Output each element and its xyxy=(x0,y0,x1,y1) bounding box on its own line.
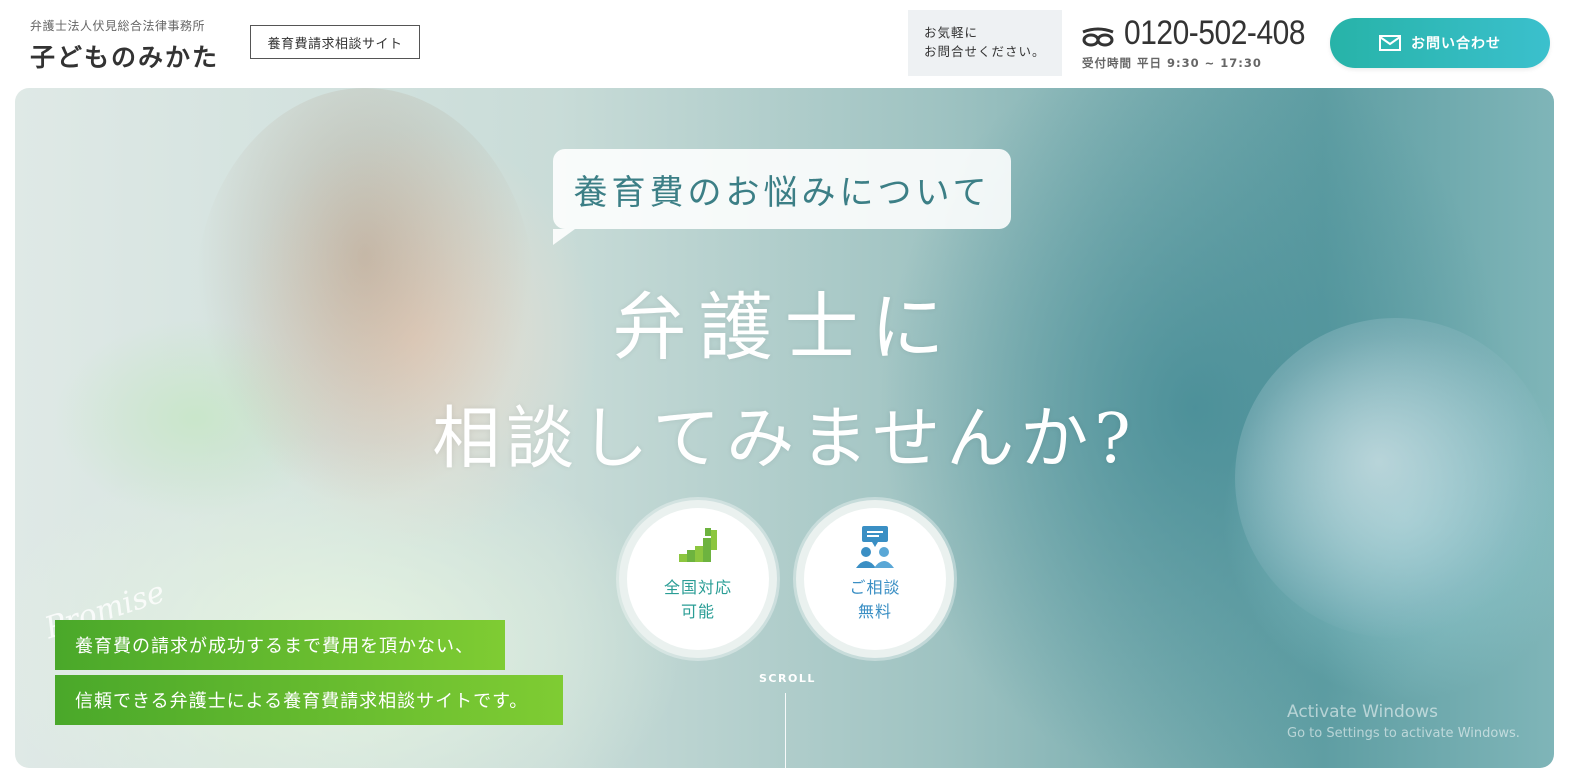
feature-nationwide: 全国対応 可能 xyxy=(619,500,777,658)
feature-label-line2: 可能 xyxy=(680,602,715,621)
activate-windows-watermark: Activate Windows Go to Settings to activ… xyxy=(1287,702,1520,741)
headline-line1: 弁護士に xyxy=(612,285,957,371)
speech-bubble: 養育費のお悩みについて xyxy=(553,149,1011,245)
feature-label-line1: 全国対応 xyxy=(663,578,732,597)
headline-line2: 相談してみませんか? xyxy=(432,400,1137,479)
site-tag: 養育費請求相談サイト xyxy=(250,25,420,59)
promise-line2: 信頼できる弁護士による養育費請求相談サイトです。 xyxy=(55,675,563,725)
feature-label: ご相談 無料 xyxy=(849,576,900,624)
contact-button[interactable]: お問い合わせ xyxy=(1330,18,1550,68)
feature-label: 全国対応 可能 xyxy=(664,576,732,624)
promise-line1: 養育費の請求が成功するまで費用を頂かない、 xyxy=(55,620,505,670)
free-dial-icon xyxy=(1082,27,1114,47)
feature-label-line2: 無料 xyxy=(857,602,892,621)
feature-free-consultation: ご相談 無料 xyxy=(796,500,954,658)
hero-banner: 養育費のお悩みについて 弁護士に 相談してみませんか? 全国対応 可能 ご相談 … xyxy=(15,88,1554,768)
phone-hours: 受付時間 平日 9:30 ~ 17:30 xyxy=(1082,56,1262,70)
mail-icon xyxy=(1379,35,1401,51)
consultation-chat-icon xyxy=(856,526,894,568)
site-logo[interactable]: 子どものみかた xyxy=(30,38,219,74)
site-header: 弁護士法人伏見総合法律事務所 子どものみかた 養育費請求相談サイト お気軽に お… xyxy=(0,0,1572,88)
phone-number[interactable]: 0120-502-408 xyxy=(1124,14,1305,53)
bubble-text: 養育費のお悩みについて xyxy=(573,172,991,213)
contact-note-line1: お気軽に xyxy=(924,25,979,40)
nationwide-map-icon xyxy=(679,528,717,562)
scroll-indicator-line xyxy=(785,693,786,768)
firm-name: 弁護士法人伏見総合法律事務所 xyxy=(30,19,206,33)
contact-note-line2: お問合せください。 xyxy=(924,44,1046,59)
feature-label-line1: ご相談 xyxy=(849,578,901,597)
contact-note: お気軽に お問合せください。 xyxy=(908,10,1062,76)
contact-button-label: お問い合わせ xyxy=(1411,36,1501,52)
watermark-title: Activate Windows xyxy=(1287,702,1438,722)
watermark-subtitle: Go to Settings to activate Windows. xyxy=(1287,726,1520,741)
scroll-label[interactable]: SCROLL xyxy=(759,672,816,685)
